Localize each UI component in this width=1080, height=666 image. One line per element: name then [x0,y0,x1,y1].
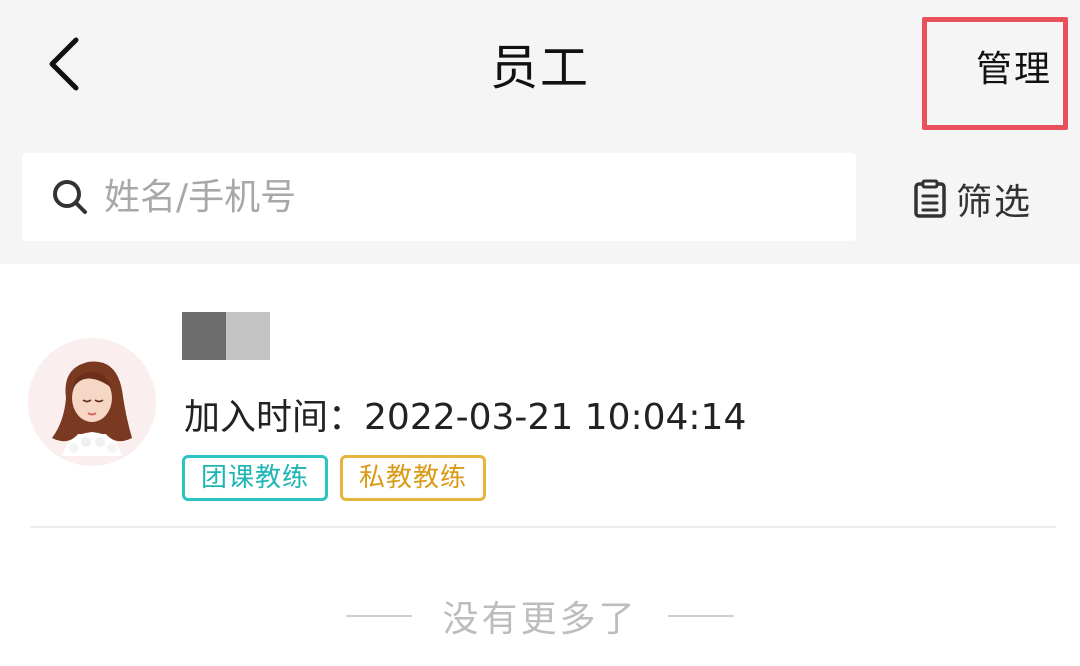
manage-button[interactable]: 管理 [976,40,1052,92]
search-icon [53,180,87,214]
clipboard-list-icon [914,179,946,218]
role-tags: 团课教练 私教教练 [182,455,487,501]
search-bar[interactable] [22,153,856,241]
divider [30,526,1056,528]
join-time-value: 2022-03-21 10:04:14 [364,397,747,438]
search-input[interactable] [104,176,784,218]
end-line-right [667,615,734,617]
staff-list: 加入时间：2022-03-21 10:04:14 团课教练 私教教练 没有更多了 [0,264,1080,666]
staff-name-redacted [182,312,270,360]
staff-list-item[interactable]: 加入时间：2022-03-21 10:04:14 团课教练 私教教练 [0,264,1080,528]
staff-screen: 员工 管理 筛选 [0,0,1080,666]
avatar [28,338,156,466]
no-more-text: 没有更多了 [442,599,638,640]
filter-button[interactable]: 筛选 [912,175,1032,223]
end-line-left [346,615,413,617]
filter-label: 筛选 [956,182,1033,223]
join-time-row: 加入时间：2022-03-21 10:04:14 [184,388,746,440]
tag-private-coach: 私教教练 [340,455,487,501]
top-nav-bar: 员工 管理 [0,0,1080,135]
tag-group-coach: 团课教练 [182,455,329,501]
list-end-indicator: 没有更多了 [0,590,1080,642]
page-title: 员工 [489,40,590,96]
join-time-label: 加入时间： [184,397,365,438]
